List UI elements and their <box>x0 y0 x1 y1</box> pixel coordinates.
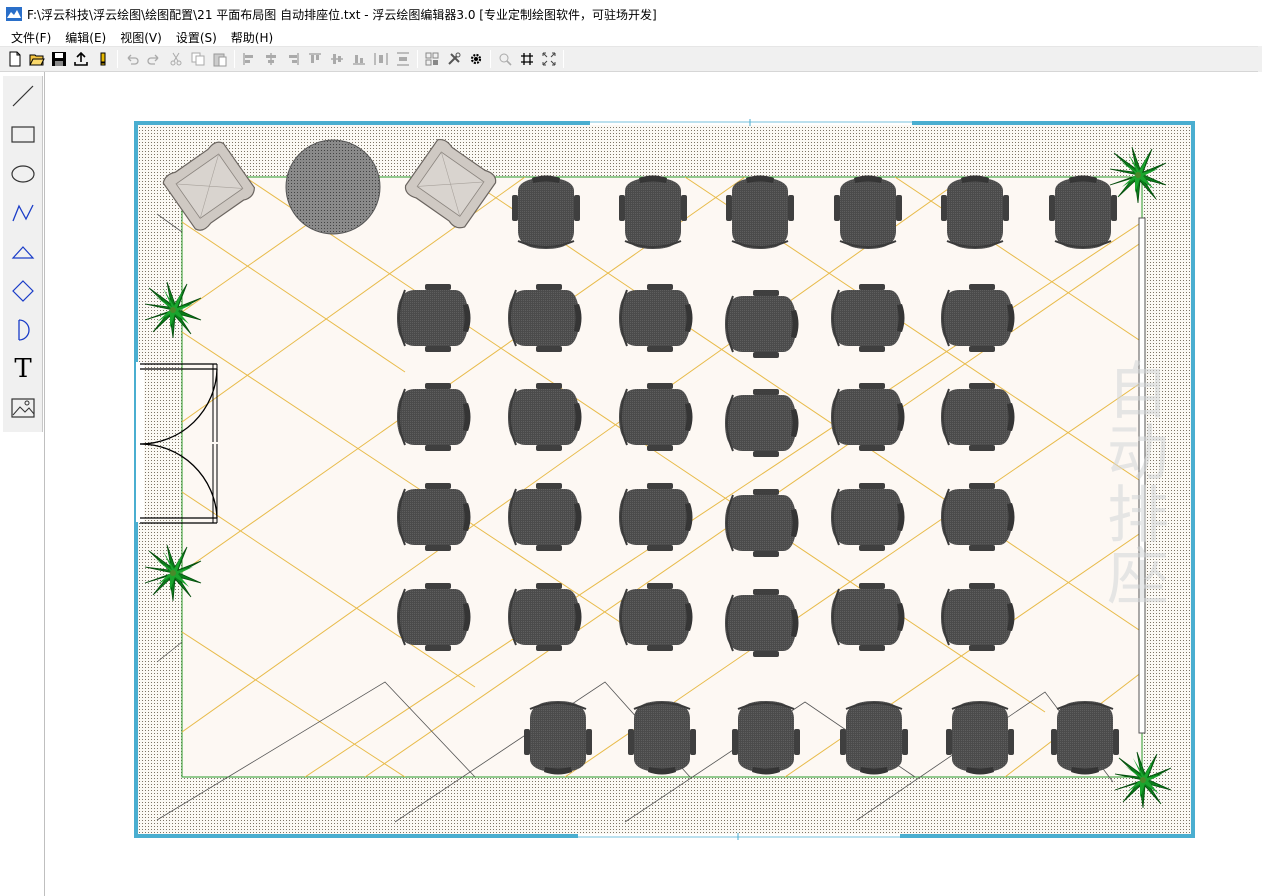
menu-view[interactable]: 视图(V) <box>113 29 169 46</box>
text-tool-icon[interactable]: T <box>3 349 43 388</box>
line-tool-icon[interactable] <box>3 76 43 115</box>
cut-icon[interactable] <box>165 48 187 70</box>
new-file-icon[interactable] <box>4 48 26 70</box>
chair-seat <box>396 582 472 652</box>
chair-bottom-row <box>627 700 697 776</box>
app-logo-icon <box>6 7 22 21</box>
chair-bottom-row <box>945 700 1015 776</box>
redo-icon[interactable] <box>143 48 165 70</box>
chair-seat <box>724 388 800 458</box>
export-icon[interactable] <box>70 48 92 70</box>
toolbar-separator <box>117 50 118 68</box>
floor-plan <box>134 119 1195 840</box>
app-window: F:\浮云科技\浮云绘图\绘图配置\21 平面布局图 自动排座位.txt - 浮… <box>0 0 1262 896</box>
fit-screen-icon[interactable] <box>538 48 560 70</box>
rectangle-tool-icon[interactable] <box>3 115 43 154</box>
save-icon[interactable] <box>48 48 70 70</box>
copy-icon[interactable] <box>187 48 209 70</box>
window-title: F:\浮云科技\浮云绘图\绘图配置\21 平面布局图 自动排座位.txt - 浮… <box>27 7 657 22</box>
align-bottom-icon[interactable] <box>348 48 370 70</box>
menu-settings[interactable]: 设置(S) <box>169 29 224 46</box>
arc-tool-icon[interactable] <box>3 310 43 349</box>
bottom-window <box>578 834 900 839</box>
zoom-icon[interactable] <box>494 48 516 70</box>
chair-bottom-row <box>839 700 909 776</box>
chair-bottom-row <box>731 700 801 776</box>
toolbar-separator <box>490 50 491 68</box>
chair-seat <box>940 582 1016 652</box>
round-table <box>285 139 381 235</box>
chair-top-row <box>940 174 1010 250</box>
chair-seat <box>396 382 472 452</box>
chair-seat <box>724 488 800 558</box>
chair-bottom-row <box>523 700 593 776</box>
menu-file[interactable]: 文件(F) <box>4 29 58 46</box>
chair-seat <box>830 382 906 452</box>
title-bar: F:\浮云科技\浮云绘图\绘图配置\21 平面布局图 自动排座位.txt - 浮… <box>0 0 1262 28</box>
chair-top-row <box>1048 174 1118 250</box>
toolbar <box>0 46 1258 72</box>
toolbar-separator <box>234 50 235 68</box>
open-folder-icon[interactable] <box>26 48 48 70</box>
drawing-canvas[interactable]: 自动排座 <box>45 72 1262 896</box>
chair-seat <box>724 289 800 359</box>
align-center-icon[interactable] <box>260 48 282 70</box>
distribute-horizontal-icon[interactable] <box>370 48 392 70</box>
chair-seat <box>507 582 583 652</box>
alert-icon[interactable] <box>92 48 114 70</box>
chair-seat <box>618 382 694 452</box>
chair-seat <box>618 283 694 353</box>
watermark-text: 自动排座 <box>1096 358 1169 606</box>
align-left-icon[interactable] <box>238 48 260 70</box>
tools-icon[interactable] <box>443 48 465 70</box>
group-icon[interactable] <box>421 48 443 70</box>
align-top-icon[interactable] <box>304 48 326 70</box>
menu-edit[interactable]: 编辑(E) <box>58 29 113 46</box>
triangle-tool-icon[interactable] <box>3 232 43 271</box>
grid-icon[interactable] <box>516 48 538 70</box>
chair-seat <box>724 588 800 658</box>
menu-bar: 文件(F) 编辑(E) 视图(V) 设置(S) 帮助(H) <box>0 28 1262 46</box>
menu-help[interactable]: 帮助(H) <box>224 29 280 46</box>
carpet <box>181 176 1143 778</box>
chair-top-row <box>618 174 688 250</box>
paste-icon[interactable] <box>209 48 231 70</box>
chair-seat <box>396 482 472 552</box>
chair-seat <box>940 382 1016 452</box>
align-middle-icon[interactable] <box>326 48 348 70</box>
chair-seat <box>830 283 906 353</box>
chair-top-row <box>511 174 581 250</box>
chair-seat <box>507 482 583 552</box>
chair-top-row <box>725 174 795 250</box>
image-tool-icon[interactable] <box>3 388 43 427</box>
settings-gear-icon[interactable] <box>465 48 487 70</box>
chair-seat <box>396 283 472 353</box>
toolbar-separator <box>417 50 418 68</box>
align-right-icon[interactable] <box>282 48 304 70</box>
chair-seat <box>618 582 694 652</box>
chair-seat <box>618 482 694 552</box>
polyline-tool-icon[interactable] <box>3 193 43 232</box>
ellipse-tool-icon[interactable] <box>3 154 43 193</box>
chair-seat <box>940 482 1016 552</box>
chair-seat <box>507 283 583 353</box>
top-window <box>590 120 912 125</box>
diamond-tool-icon[interactable] <box>3 271 43 310</box>
chair-top-row <box>833 174 903 250</box>
chair-bottom-row <box>1050 700 1120 776</box>
undo-icon[interactable] <box>121 48 143 70</box>
chair-seat <box>830 482 906 552</box>
text-tool-glyph: T <box>14 353 32 384</box>
chair-seat <box>830 582 906 652</box>
door-opening <box>136 362 144 522</box>
toolbar-separator <box>563 50 564 68</box>
drawing-toolbox: T <box>3 76 43 432</box>
chair-seat <box>940 283 1016 353</box>
chair-seat <box>507 382 583 452</box>
distribute-vertical-icon[interactable] <box>392 48 414 70</box>
